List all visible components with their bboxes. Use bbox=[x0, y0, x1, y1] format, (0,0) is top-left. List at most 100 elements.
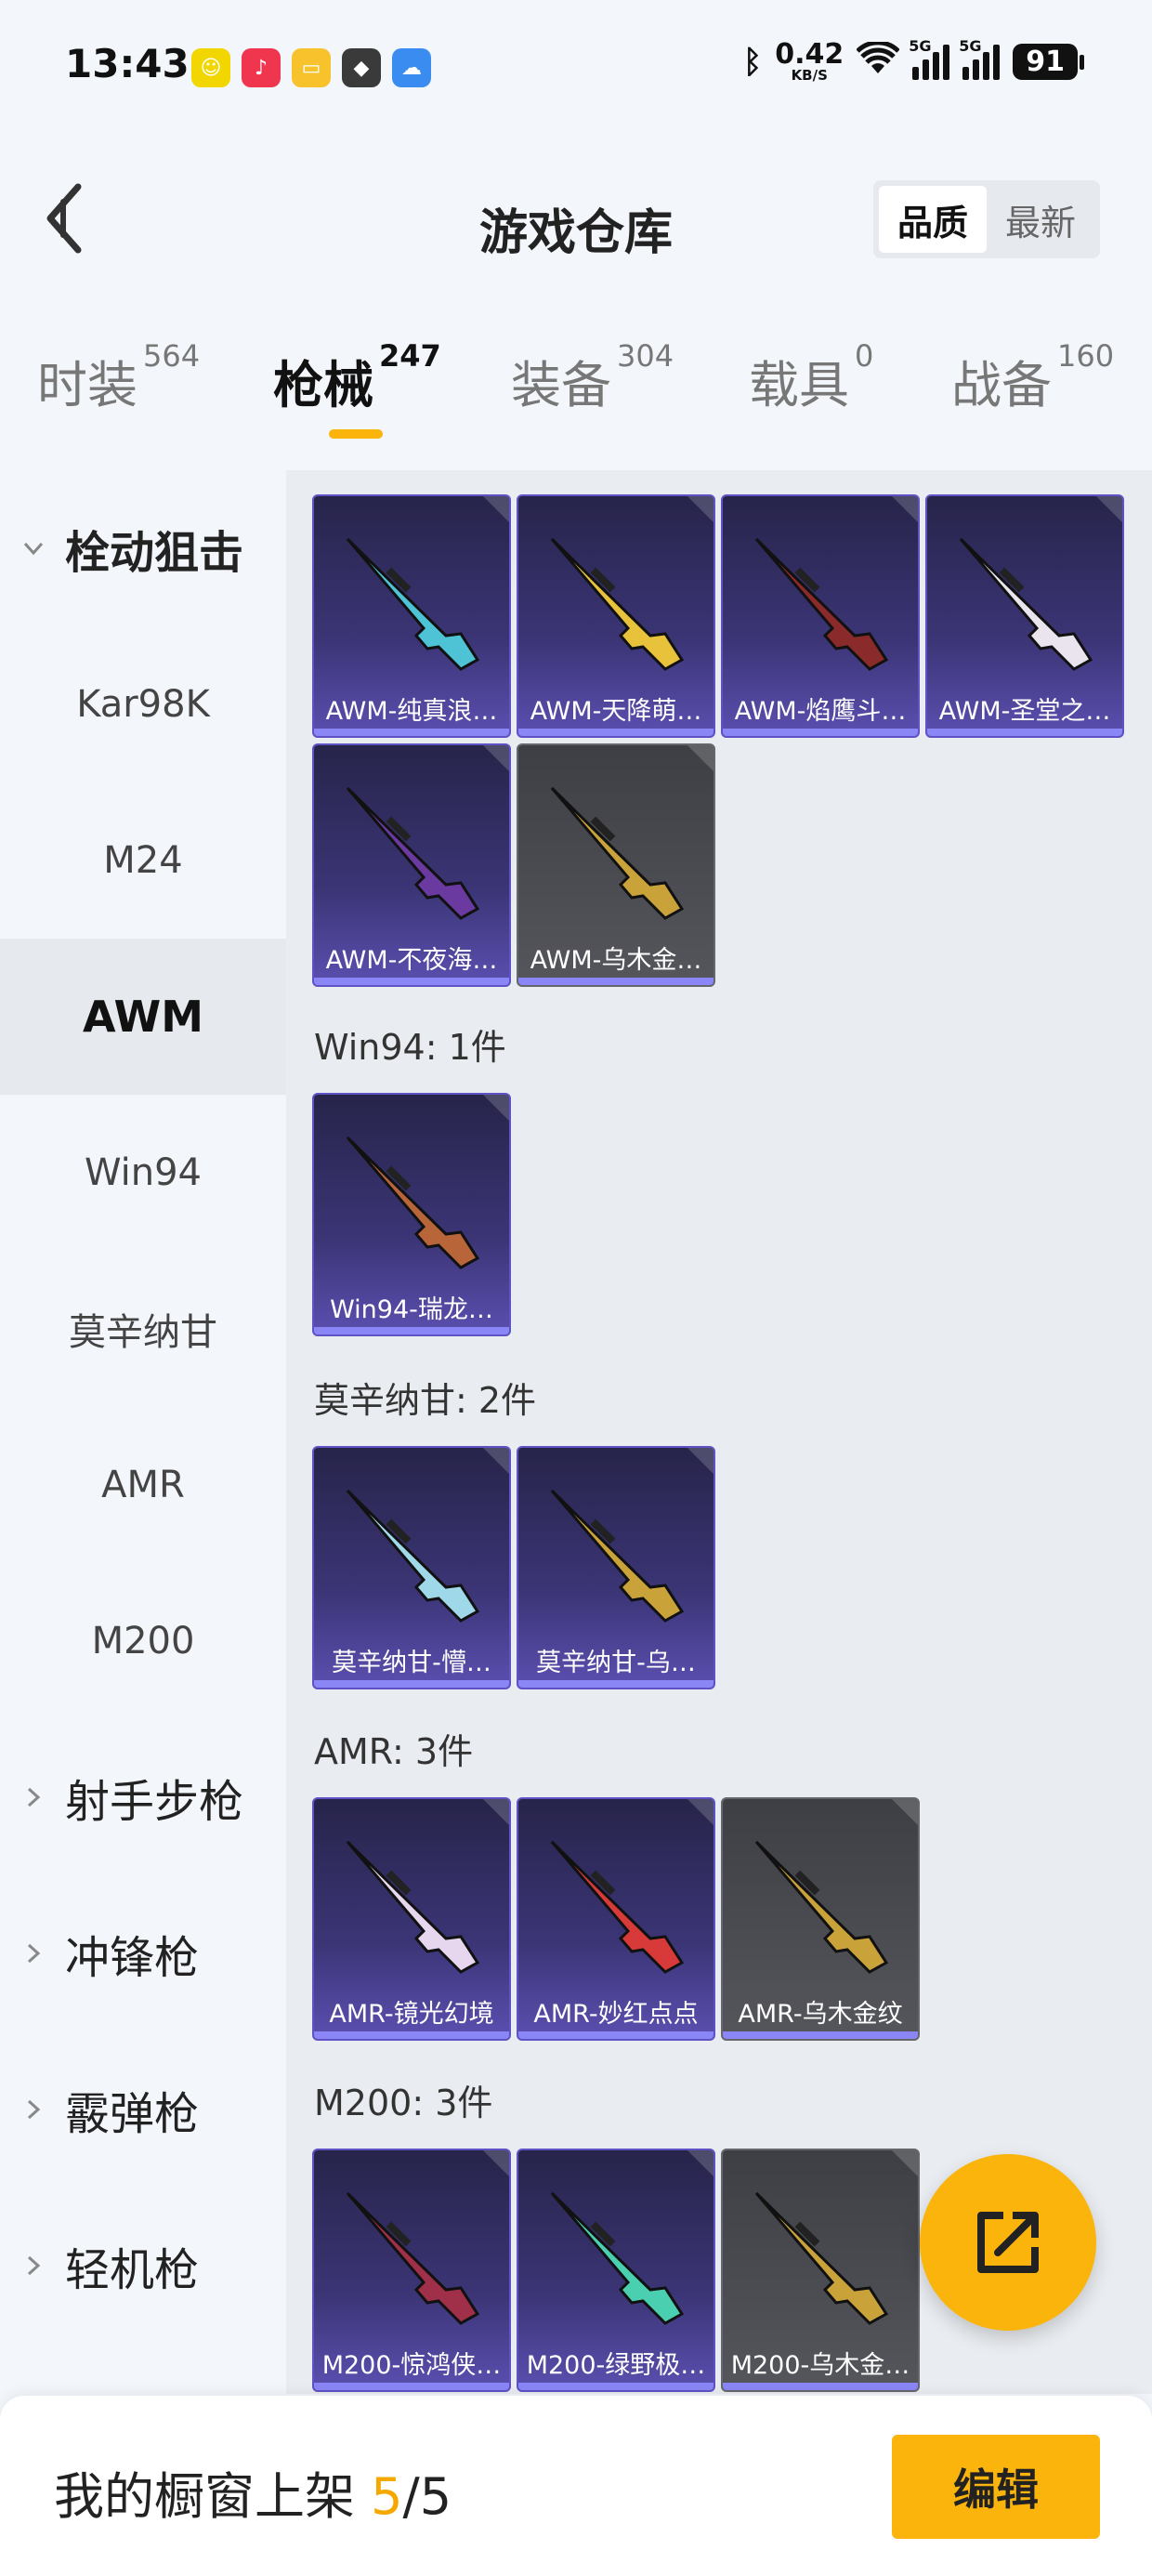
rifle-icon bbox=[754, 1840, 889, 1974]
status-indicators: ᛒ 0.42 KB/S 5G 5G 91 bbox=[742, 37, 1084, 83]
signal-label: 5G bbox=[959, 36, 982, 55]
share-button[interactable] bbox=[920, 2154, 1096, 2331]
weapon-card[interactable]: AWM-天降萌… bbox=[517, 494, 715, 738]
tab-label: 载具 bbox=[749, 356, 849, 414]
music-app-icon: ♪ bbox=[242, 48, 281, 87]
rarity-bar bbox=[314, 1327, 509, 1334]
weapon-card[interactable]: 莫辛纳甘-懵… bbox=[312, 1446, 511, 1689]
sidebar-item-mosin[interactable]: 莫辛纳甘 bbox=[0, 1251, 286, 1407]
sidebar-group-marksman[interactable]: 射手步枪 bbox=[0, 1719, 286, 1875]
sidebar-group-bolt-action[interactable]: 栓动狙击 bbox=[0, 470, 286, 626]
sidebar-group-label: 冲锋枪 bbox=[65, 1932, 200, 1984]
chevron-right-icon bbox=[27, 1943, 41, 1964]
section-label-mosin: 莫辛纳甘: 2件 bbox=[314, 1380, 537, 1421]
sort-by-quality[interactable]: 品质 bbox=[879, 186, 987, 253]
weapon-name: AWM-圣堂之… bbox=[938, 697, 1111, 726]
rifle-icon bbox=[346, 2191, 480, 2325]
rarity-bar bbox=[927, 729, 1122, 736]
rarity-bar bbox=[518, 1680, 713, 1688]
tab-count: 0 bbox=[855, 338, 874, 374]
weapon-card[interactable]: AWM-圣堂之… bbox=[925, 494, 1124, 738]
signal-label: 5G bbox=[909, 36, 932, 55]
sidebar-item-awm[interactable]: AWM bbox=[0, 939, 286, 1095]
active-tab-indicator bbox=[329, 429, 383, 439]
share-icon bbox=[977, 2212, 1039, 2273]
chevron-right-icon bbox=[27, 1787, 41, 1807]
sidebar-item-kar98k[interactable]: Kar98K bbox=[0, 626, 286, 782]
sidebar-group-label: 射手步枪 bbox=[65, 1776, 244, 1828]
signal-icon: 5G bbox=[959, 37, 1001, 80]
weapon-card[interactable]: 莫辛纳甘-乌… bbox=[517, 1446, 715, 1689]
sidebar-item-m24[interactable]: M24 bbox=[0, 782, 286, 939]
card-corner bbox=[687, 1799, 713, 1825]
tab-label: 枪械 bbox=[273, 356, 373, 414]
weapon-name: 莫辛纳甘-懵… bbox=[332, 1649, 491, 1677]
showcase-status: 我的橱窗上架 5/5 bbox=[54, 2455, 452, 2529]
weapon-card[interactable]: AWM-纯真浪… bbox=[312, 494, 511, 738]
sidebar-item-m200[interactable]: M200 bbox=[0, 1563, 286, 1719]
notes-app-icon: ▭ bbox=[292, 48, 331, 87]
weapon-name: AWM-乌木金… bbox=[530, 946, 702, 975]
weapon-card[interactable]: AMR-妙红点点 bbox=[517, 1797, 715, 2041]
card-corner bbox=[483, 1448, 509, 1474]
weapon-name: M200-惊鸿侠… bbox=[321, 2351, 502, 2380]
weapon-card[interactable]: AMR-乌木金纹 bbox=[721, 1797, 920, 2041]
sidebar-group-shotgun[interactable]: 霰弹枪 bbox=[0, 2031, 286, 2188]
edit-button[interactable]: 编辑 bbox=[892, 2435, 1100, 2539]
bluetooth-icon: ᛒ bbox=[742, 43, 763, 81]
weapon-card[interactable]: AWM-乌木金… bbox=[517, 743, 715, 987]
card-corner bbox=[687, 496, 713, 522]
rifle-icon bbox=[550, 2191, 685, 2325]
weapon-name: 莫辛纳甘-乌… bbox=[536, 1649, 696, 1677]
rarity-bar bbox=[314, 2383, 509, 2390]
tab-fashion[interactable]: 时装 564 bbox=[37, 338, 200, 417]
status-time: 13:43 bbox=[65, 41, 190, 86]
weapon-card[interactable]: Win94-瑞龙… bbox=[312, 1093, 511, 1336]
weapon-name: AWM-天降萌… bbox=[530, 697, 702, 726]
card-corner bbox=[483, 496, 509, 522]
weapon-card[interactable]: M200-绿野极… bbox=[517, 2149, 715, 2392]
tab-count: 160 bbox=[1057, 338, 1115, 374]
network-speed: 0.42 KB/S bbox=[775, 41, 844, 83]
tab-count: 304 bbox=[617, 338, 674, 374]
rifle-icon bbox=[550, 1489, 685, 1623]
tab-count: 247 bbox=[379, 338, 441, 374]
rifle-icon bbox=[754, 537, 889, 671]
rarity-bar bbox=[723, 729, 918, 736]
card-corner bbox=[687, 1448, 713, 1474]
rarity-bar bbox=[314, 1680, 509, 1688]
sort-by-newest[interactable]: 最新 bbox=[987, 186, 1094, 253]
weapon-card[interactable]: M200-乌木金… bbox=[721, 2149, 920, 2392]
weapon-name: AMR-乌木金纹 bbox=[738, 2000, 903, 2029]
showcase-total-count: /5 bbox=[402, 2467, 452, 2526]
tab-guns[interactable]: 枪械 247 bbox=[273, 338, 441, 417]
sort-toggle: 品质 最新 bbox=[873, 180, 1100, 258]
weapon-card[interactable]: AWM-焰鹰斗… bbox=[721, 494, 920, 738]
weapon-card[interactable]: AMR-镜光幻境 bbox=[312, 1797, 511, 2041]
card-corner bbox=[687, 745, 713, 771]
chevron-down-icon bbox=[23, 542, 44, 556]
tab-equipment[interactable]: 装备 304 bbox=[511, 338, 674, 417]
weapon-card[interactable]: M200-惊鸿侠… bbox=[312, 2149, 511, 2392]
section-label-amr: AMR: 3件 bbox=[314, 1731, 474, 1772]
sidebar-group-lmg[interactable]: 轻机枪 bbox=[0, 2188, 286, 2344]
rarity-bar bbox=[518, 2383, 713, 2390]
card-corner bbox=[1096, 496, 1122, 522]
sidebar-item-win94[interactable]: Win94 bbox=[0, 1095, 286, 1251]
rarity-bar bbox=[314, 978, 509, 985]
weapon-name: AWM-纯真浪… bbox=[325, 697, 498, 726]
rarity-bar bbox=[314, 2031, 509, 2039]
rarity-bar bbox=[518, 729, 713, 736]
rifle-icon bbox=[346, 1489, 480, 1623]
sidebar-group-smg[interactable]: 冲锋枪 bbox=[0, 1875, 286, 2031]
card-corner bbox=[687, 2150, 713, 2176]
game-app-icon: ☺ bbox=[191, 48, 230, 87]
tab-vehicles[interactable]: 载具 0 bbox=[749, 338, 873, 417]
sidebar-item-amr[interactable]: AMR bbox=[0, 1407, 286, 1563]
tab-supplies[interactable]: 战备 160 bbox=[951, 338, 1114, 417]
weapon-card[interactable]: AWM-不夜海… bbox=[312, 743, 511, 987]
sidebar-group-label: 霰弹枪 bbox=[65, 2088, 200, 2140]
weapon-name: M200-绿野极… bbox=[526, 2351, 706, 2380]
app-header: 游戏仓库 品质 最新 bbox=[0, 149, 1152, 297]
card-corner bbox=[483, 745, 509, 771]
